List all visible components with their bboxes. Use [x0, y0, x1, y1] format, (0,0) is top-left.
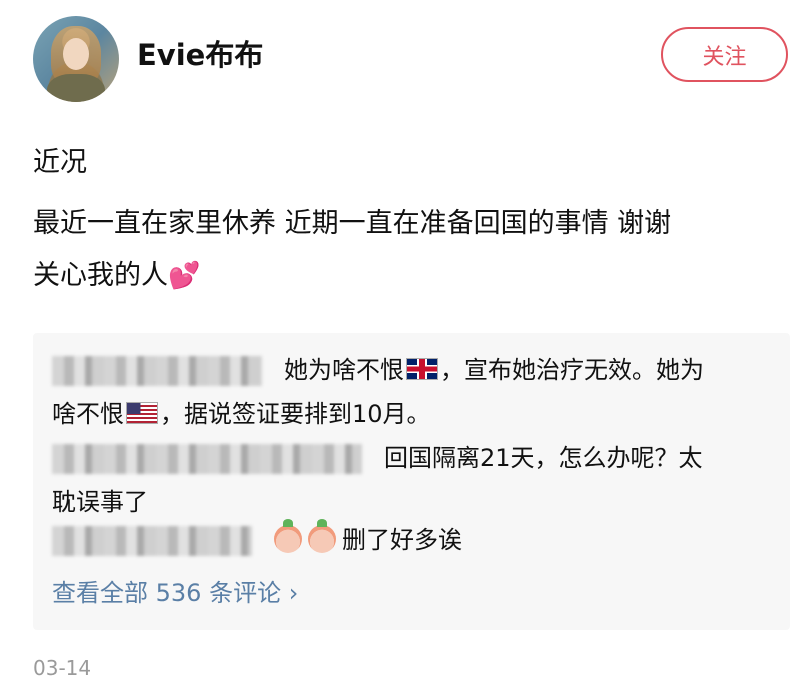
comment-2-text-a: 回国隔离21天，怎么办呢？太 [384, 444, 703, 472]
post-body-line-2-text: 关心我的人 [33, 260, 168, 291]
comments-box: 她为啥不恨 ，宣布她治疗无效。她为 啥不恨 ，据说签证要排到10月。 回国隔离21天… [33, 333, 790, 630]
comment-3-text: 删了好多诶 [342, 526, 462, 554]
blurred-username [52, 444, 362, 474]
comment-2[interactable]: 回国隔离21天，怎么办呢？太 耽误事了 [52, 436, 772, 524]
uk-flag-icon [406, 358, 438, 380]
us-flag-icon [126, 402, 158, 424]
username[interactable]: Evie布布 [137, 32, 263, 74]
post-body-line-2: 关心我的人💕 [33, 250, 785, 302]
blurred-username [52, 356, 262, 386]
blurred-username [52, 526, 252, 556]
avatar-face [63, 38, 89, 70]
comment-1-text-b: ，宣布她治疗无效。她为 [440, 356, 704, 384]
post-date: 03-14 [33, 656, 92, 680]
peach-emoji-icon [308, 519, 336, 553]
comment-1-text-c: 啥不恨 [52, 400, 124, 428]
avatar[interactable] [33, 16, 119, 102]
peach-emoji-icon [274, 519, 302, 553]
avatar-body [47, 74, 105, 102]
comment-1-text-d: ，据说签证要排到10月。 [160, 400, 431, 428]
post-body: 最近一直在家里休养 近期一直在准备回国的事情 谢谢 关心我的人💕 [33, 198, 785, 302]
heart-emoji-icon: 💕 [168, 261, 201, 291]
post-title: 近况 [33, 147, 87, 178]
follow-button[interactable]: 关注 [661, 27, 788, 82]
comment-3[interactable]: 删了好多诶 [52, 518, 772, 562]
comment-1-text-a: 她为啥不恨 [284, 356, 404, 384]
comment-2-text-b: 耽误事了 [52, 488, 148, 516]
view-all-comments-link[interactable]: 查看全部 536 条评论 › [52, 573, 298, 608]
post-body-line-1: 最近一直在家里休养 近期一直在准备回国的事情 谢谢 [33, 208, 672, 239]
comment-1[interactable]: 她为啥不恨 ，宣布她治疗无效。她为 啥不恨 ，据说签证要排到10月。 [52, 348, 772, 436]
